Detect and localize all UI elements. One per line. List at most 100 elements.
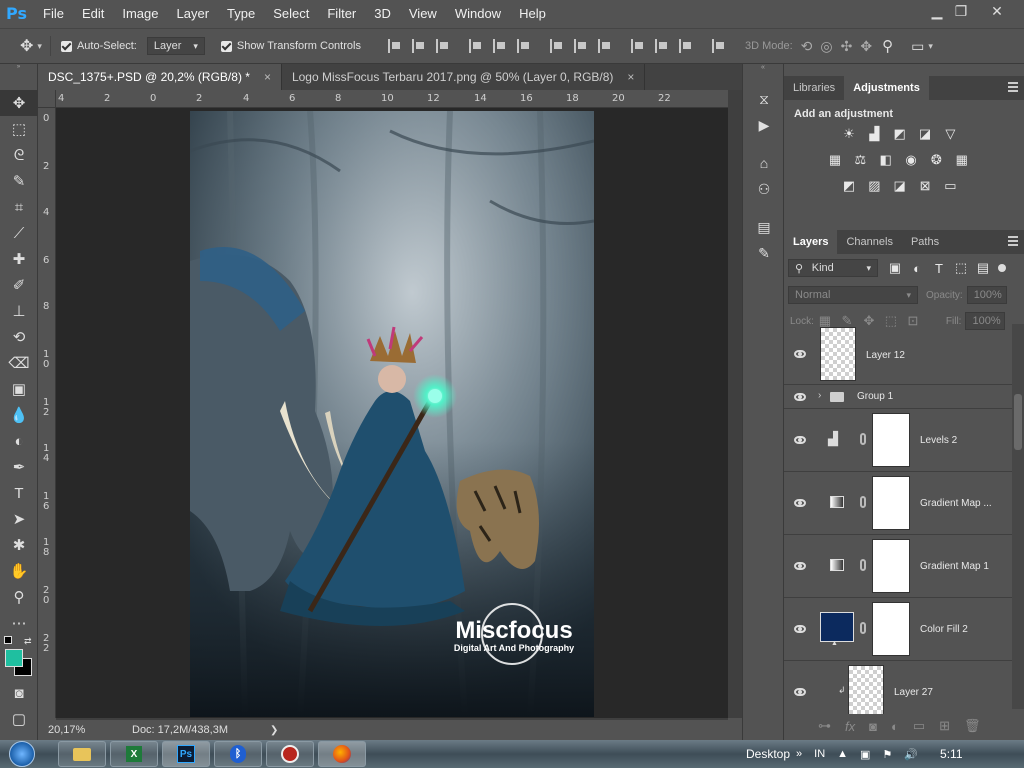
3d-roll-icon[interactable]: ◎	[820, 38, 832, 55]
layer-mask-thumbnail[interactable]	[872, 476, 910, 530]
align-left-icon[interactable]	[468, 39, 483, 53]
curves-icon[interactable]: ◩	[891, 126, 909, 142]
close-tab-icon[interactable]: ×	[627, 70, 634, 84]
tab-adjustments[interactable]: Adjustments	[844, 76, 929, 100]
zoom-tool-icon[interactable]: ⚲	[0, 584, 38, 610]
color-fill-swatch[interactable]	[820, 612, 854, 642]
filter-smart-object-icon[interactable]: ▤	[974, 260, 992, 276]
layer-row-group-1[interactable]: › Group 1	[784, 385, 1012, 409]
default-colors-icon[interactable]	[4, 636, 12, 644]
auto-select-dropdown[interactable]: Layer ▾	[146, 37, 205, 55]
tab-dsc-1375[interactable]: DSC_1375+.PSD @ 20,2% (RGB/8) * ×	[38, 64, 282, 90]
ruler-corner[interactable]	[38, 90, 56, 108]
layer-name[interactable]: Layer 27	[894, 687, 933, 698]
filter-shape-icon[interactable]: ⬚	[952, 260, 970, 276]
layer-row-gradient-map-2[interactable]: Gradient Map ...	[784, 472, 1012, 535]
panel-menu-icon[interactable]	[1008, 82, 1018, 92]
eye-icon[interactable]	[794, 393, 806, 401]
action-center-icon[interactable]: ⚑	[882, 748, 892, 761]
history-brush-tool-icon[interactable]: ⟲	[0, 324, 38, 350]
start-button[interactable]	[0, 740, 44, 768]
history-panel-icon[interactable]: ⧖	[743, 86, 785, 112]
black-white-icon[interactable]: ◧	[877, 152, 895, 168]
3d-slide-icon[interactable]: ✥	[860, 38, 872, 55]
opacity-input[interactable]: 100%	[966, 286, 1007, 304]
align-vcenter-icon[interactable]	[411, 39, 426, 53]
eye-icon[interactable]	[794, 436, 806, 444]
menu-select[interactable]: Select	[264, 0, 318, 28]
type-tool-icon[interactable]: T	[0, 480, 38, 506]
tab-channels[interactable]: Channels	[837, 230, 901, 254]
status-menu-arrow-icon[interactable]: ❯	[270, 725, 278, 736]
pen-tool-icon[interactable]: ✒	[0, 454, 38, 480]
menu-file[interactable]: File	[34, 0, 73, 28]
add-mask-icon[interactable]: ◙	[869, 719, 877, 734]
menu-layer[interactable]: Layer	[168, 0, 219, 28]
hue-saturation-icon[interactable]: ▦	[826, 152, 844, 168]
dodge-tool-icon[interactable]: ◐	[0, 428, 38, 454]
layer-name[interactable]: Layer 12	[866, 350, 905, 361]
document-canvas[interactable]: Miscfocus Digital Art And Photography	[190, 111, 594, 717]
clone-stamp-tool-icon[interactable]: ⊥	[0, 298, 38, 324]
auto-align-icon[interactable]	[711, 39, 726, 53]
layer-mask-thumbnail[interactable]	[872, 602, 910, 656]
zoom-level[interactable]: 20,17%	[48, 724, 118, 736]
swap-colors-icon[interactable]: ⇄	[24, 636, 32, 647]
path-selection-tool-icon[interactable]: ➤	[0, 506, 38, 532]
new-layer-icon[interactable]: ⊞	[939, 718, 950, 734]
move-tool-preset-icon[interactable]: ✥	[20, 36, 33, 56]
chain-link-icon[interactable]	[860, 433, 866, 445]
photoshop-logo[interactable]: Ps	[6, 0, 34, 28]
eraser-tool-icon[interactable]: ⌫	[0, 350, 38, 376]
filter-pixel-icon[interactable]: ▣	[886, 260, 904, 276]
menu-view[interactable]: View	[400, 0, 446, 28]
taskbar-bluetooth[interactable]: ᛒ	[214, 741, 262, 767]
clock[interactable]: 5:11	[940, 747, 962, 761]
taskbar-app[interactable]	[266, 741, 314, 767]
layer-name[interactable]: Group 1	[857, 391, 893, 402]
channel-mixer-icon[interactable]: ❂	[927, 152, 945, 168]
invert-icon[interactable]: ◩	[840, 178, 858, 194]
notes-panel-icon[interactable]: ✎	[743, 240, 785, 266]
menu-window[interactable]: Window	[446, 0, 510, 28]
actions-play-icon[interactable]: ▶	[743, 112, 785, 138]
eye-icon[interactable]	[794, 625, 806, 633]
distribute-hcenter-icon[interactable]	[654, 39, 669, 53]
menu-help[interactable]: Help	[510, 0, 555, 28]
color-balance-icon[interactable]: ⚖	[851, 152, 869, 168]
3d-pan-icon[interactable]: ✣	[841, 38, 853, 55]
chevron-up-icon[interactable]: ▲	[837, 748, 848, 760]
eye-icon[interactable]	[794, 350, 806, 358]
distribute-right-icon[interactable]	[678, 39, 693, 53]
toolbar-collapse-icon[interactable]: »	[0, 64, 37, 70]
gradient-tool-icon[interactable]: ▣	[0, 376, 38, 402]
layer-row-layer-27[interactable]: ↲ Layer 27	[784, 661, 1012, 714]
horizontal-ruler[interactable]: 4 2 0 2 4 6 8 10 12 14 16 18 20 22	[56, 90, 728, 108]
menu-type[interactable]: Type	[218, 0, 264, 28]
tab-paths[interactable]: Paths	[902, 230, 948, 254]
photo-filter-icon[interactable]: ◉	[902, 152, 920, 168]
taskbar-photoshop[interactable]: Ps	[162, 741, 210, 767]
chain-link-icon[interactable]	[860, 559, 866, 571]
custom-shape-tool-icon[interactable]: ✱	[0, 532, 38, 558]
foreground-color-swatch[interactable]	[5, 649, 23, 667]
menu-image[interactable]: Image	[113, 0, 167, 28]
layer-name[interactable]: Color Fill 2	[920, 624, 968, 635]
color-lookup-icon[interactable]: ▦	[953, 152, 971, 168]
restore-button[interactable]: ❐	[946, 0, 976, 22]
quick-mask-icon[interactable]: ◙	[0, 680, 38, 706]
brush-presets-icon[interactable]: ⌂	[743, 150, 785, 176]
close-tab-icon[interactable]: ×	[264, 70, 271, 84]
dock-collapse-icon[interactable]: «	[743, 64, 783, 72]
new-group-icon[interactable]: ▭	[913, 718, 925, 734]
blur-tool-icon[interactable]: 💧	[0, 402, 38, 428]
layer-row-color-fill-2[interactable]: ▲ Color Fill 2	[784, 598, 1012, 661]
chevron-down-icon[interactable]: ▾	[928, 41, 933, 52]
more-tools-icon[interactable]: ⋯	[0, 610, 38, 636]
canvas-workspace[interactable]: Miscfocus Digital Art And Photography	[56, 108, 728, 718]
layer-row-levels-2[interactable]: ▟ Levels 2	[784, 409, 1012, 472]
quick-select-tool-icon[interactable]: ✎	[0, 168, 38, 194]
menu-3d[interactable]: 3D	[365, 0, 400, 28]
chevron-down-icon[interactable]: ▾	[37, 41, 42, 52]
chevron-double-right-icon[interactable]: »	[796, 748, 802, 760]
